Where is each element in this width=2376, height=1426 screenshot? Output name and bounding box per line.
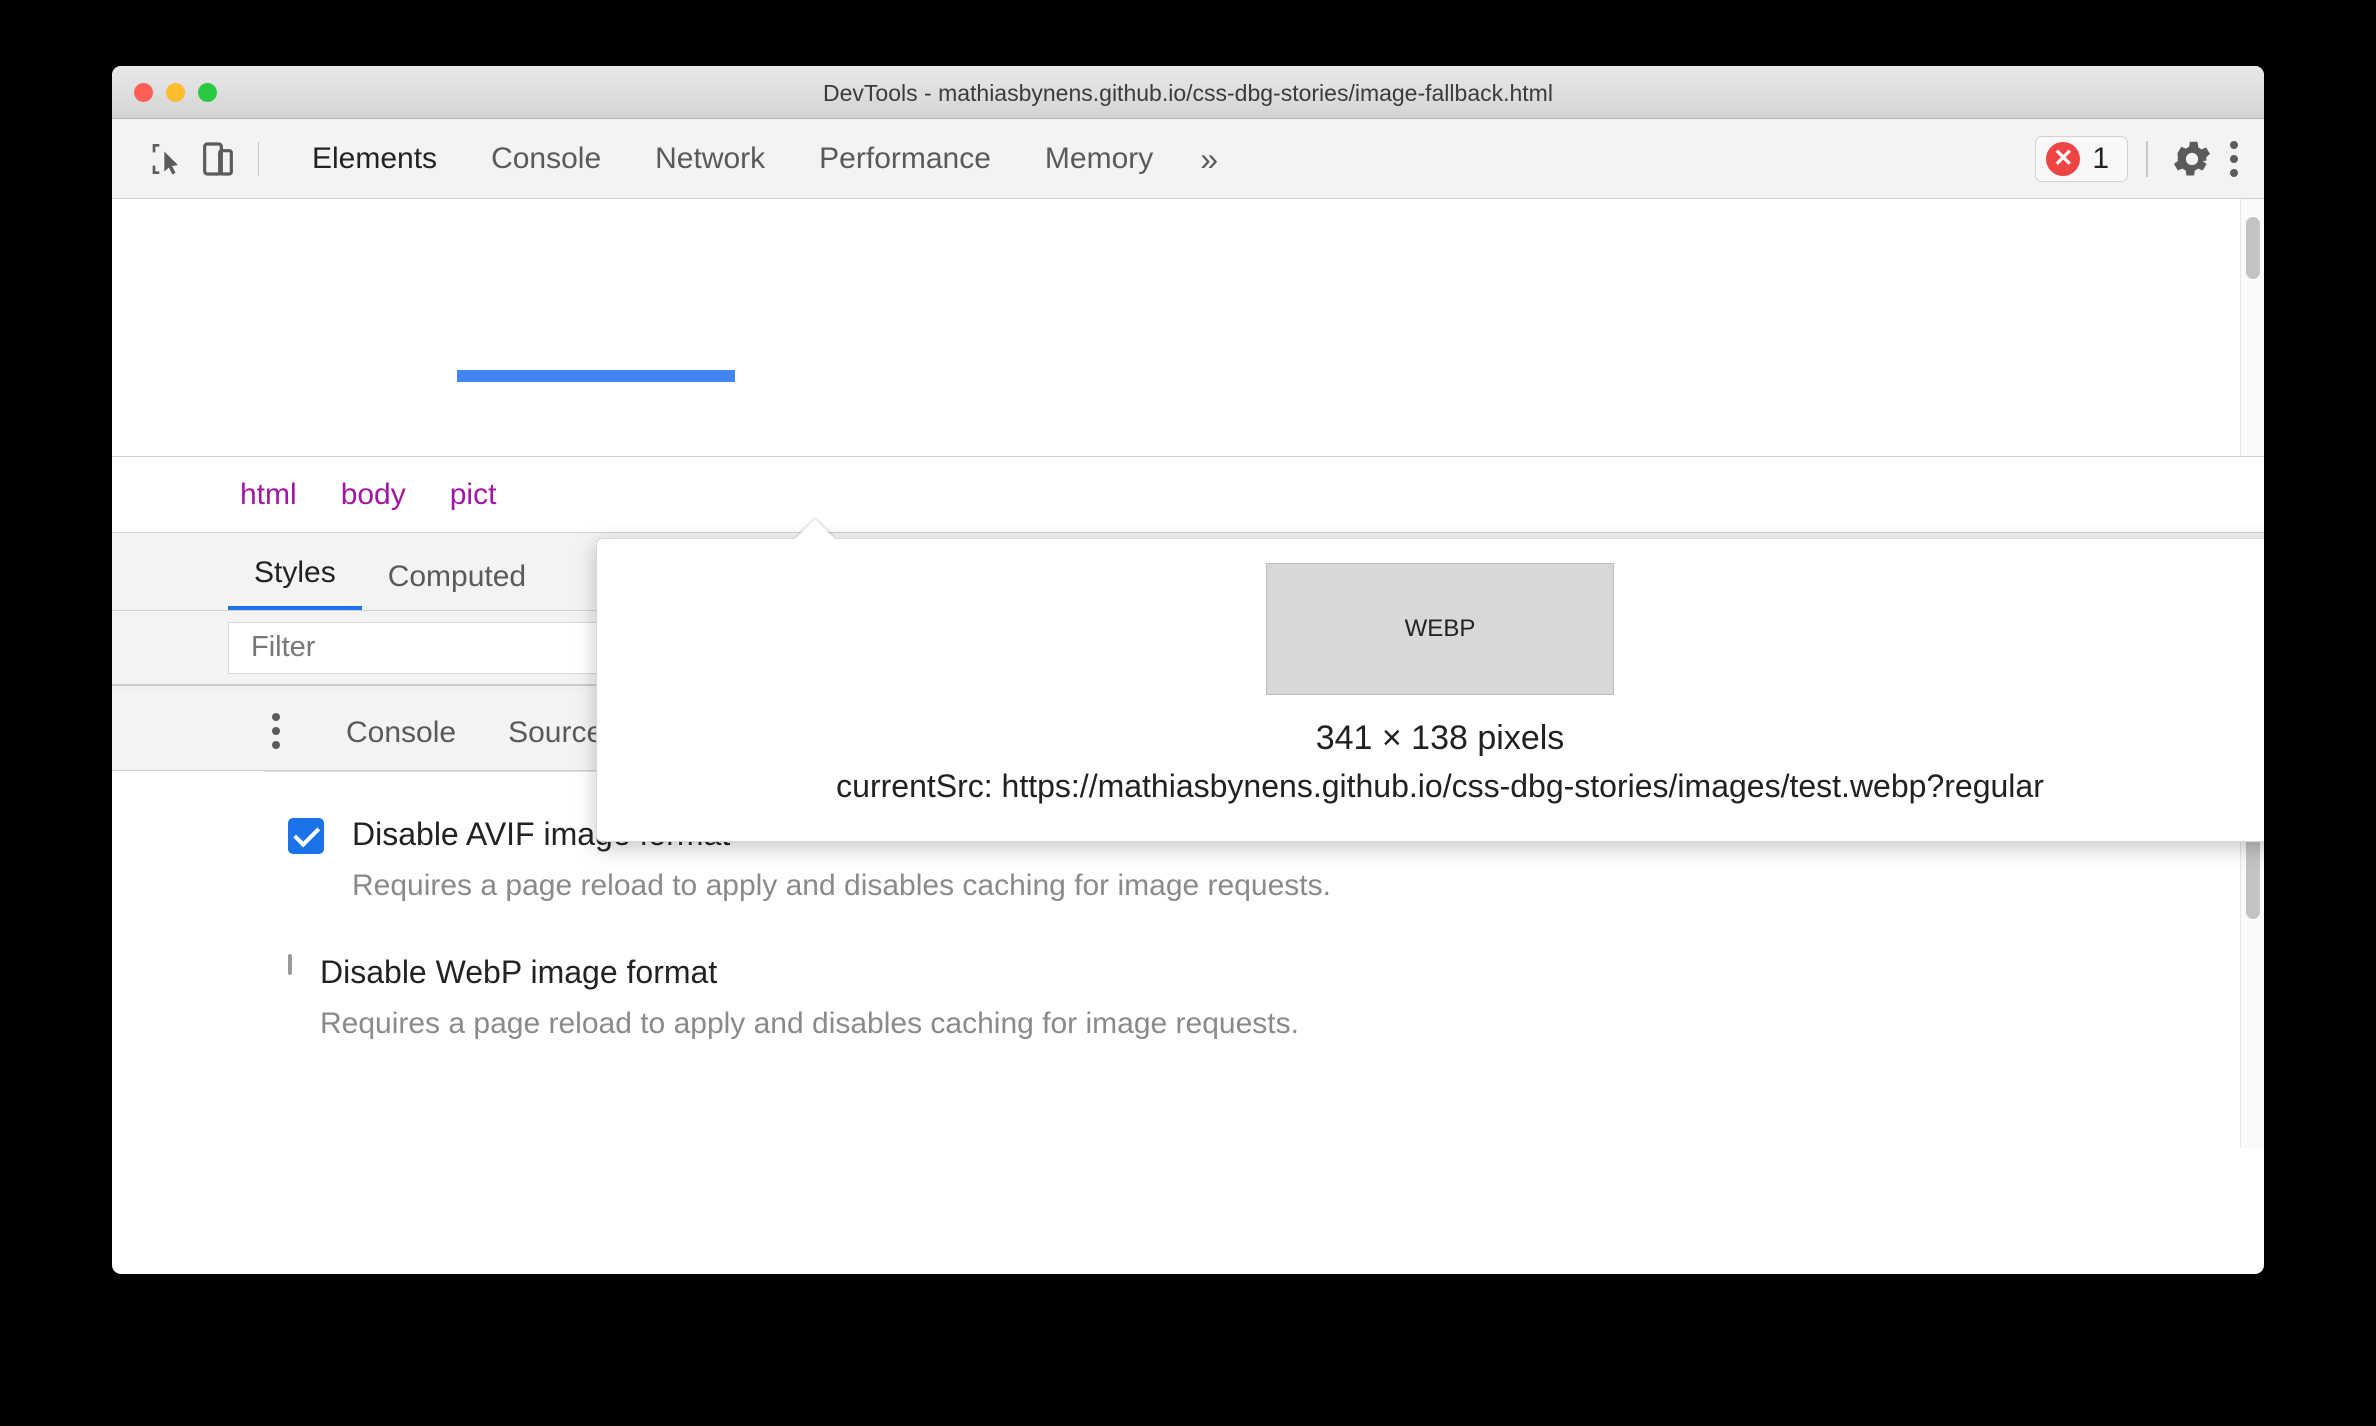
- more-tabs-icon[interactable]: »: [1180, 143, 1238, 175]
- image-dimensions-label: 341 × 138 pixels: [1315, 719, 1565, 757]
- tab-styles[interactable]: Styles: [228, 556, 362, 610]
- tree-scrollbar-thumb[interactable]: [2246, 217, 2260, 279]
- inspect-cursor-icon[interactable]: [140, 133, 192, 185]
- image-preview-thumbnail: WEBP: [1266, 563, 1614, 695]
- devtools-main-toolbar: Elements Console Network Performance Mem…: [112, 119, 2264, 199]
- disable-avif-checkbox[interactable]: [288, 818, 324, 854]
- breadcrumb-item-html[interactable]: html: [240, 478, 297, 512]
- toolbar-divider-2: [2146, 140, 2148, 177]
- tab-computed[interactable]: Computed: [362, 560, 552, 610]
- option-disable-webp[interactable]: Disable WebP image format Requires a pag…: [112, 910, 2264, 1048]
- dom-code: <h2>AVIF -> WebP -> PNG</h2> <picture> <…: [112, 199, 2264, 456]
- tab-elements[interactable]: Elements: [285, 119, 464, 199]
- drawer-kebab-menu-icon[interactable]: [272, 712, 280, 749]
- tab-performance[interactable]: Performance: [792, 119, 1018, 199]
- gear-icon[interactable]: [2166, 133, 2218, 185]
- toolbar-divider: [258, 141, 259, 176]
- device-toolbar-icon[interactable]: [192, 133, 244, 185]
- dom-line-h2-avif[interactable]: <h2>AVIF -> WebP -> PNG</h2>: [112, 370, 2264, 408]
- window-titlebar: DevTools - mathiasbynens.github.io/css-d…: [112, 66, 2264, 119]
- window-title: DevTools - mathiasbynens.github.io/css-d…: [823, 80, 1553, 106]
- devtools-window: DevTools - mathiasbynens.github.io/css-d…: [112, 66, 2264, 1274]
- error-count-badge[interactable]: ✕ 1: [2035, 135, 2128, 182]
- breadcrumb-item-picture[interactable]: pict: [450, 478, 497, 512]
- tab-network[interactable]: Network: [628, 119, 792, 199]
- breadcrumb: html body pict: [112, 457, 2264, 533]
- option-description: Requires a page reload to apply and disa…: [320, 1007, 1299, 1040]
- error-circle-icon: ✕: [2046, 141, 2081, 176]
- tab-memory[interactable]: Memory: [1018, 119, 1180, 199]
- option-text-group: Disable WebP image format Requires a pag…: [320, 948, 1299, 1048]
- option-title: Disable WebP image format: [320, 954, 718, 990]
- image-current-src-label: currentSrc: https://mathiasbynens.github…: [836, 768, 2044, 804]
- image-preview-tooltip: WEBP 341 × 138 pixels currentSrc: https:…: [596, 538, 2264, 842]
- disable-webp-checkbox[interactable]: [288, 954, 292, 975]
- option-description: Requires a page reload to apply and disa…: [352, 869, 1331, 902]
- checkbox-unchecked-icon: [288, 954, 292, 975]
- elements-tree-pane[interactable]: <h2>AVIF -> WebP -> PNG</h2> <picture> <…: [112, 199, 2264, 457]
- breadcrumb-item-body[interactable]: body: [341, 478, 406, 512]
- tab-console[interactable]: Console: [464, 119, 628, 199]
- tree-scrollbar-track[interactable]: [2240, 199, 2264, 456]
- panel-tabs: Elements Console Network Performance Mem…: [285, 119, 1238, 199]
- text-selection-highlight: [457, 370, 735, 382]
- kebab-menu-icon[interactable]: [2218, 129, 2250, 189]
- drawer-tab-console[interactable]: Console: [320, 691, 482, 771]
- error-count-label: 1: [2092, 141, 2109, 175]
- checkbox-checked-icon: [288, 818, 324, 854]
